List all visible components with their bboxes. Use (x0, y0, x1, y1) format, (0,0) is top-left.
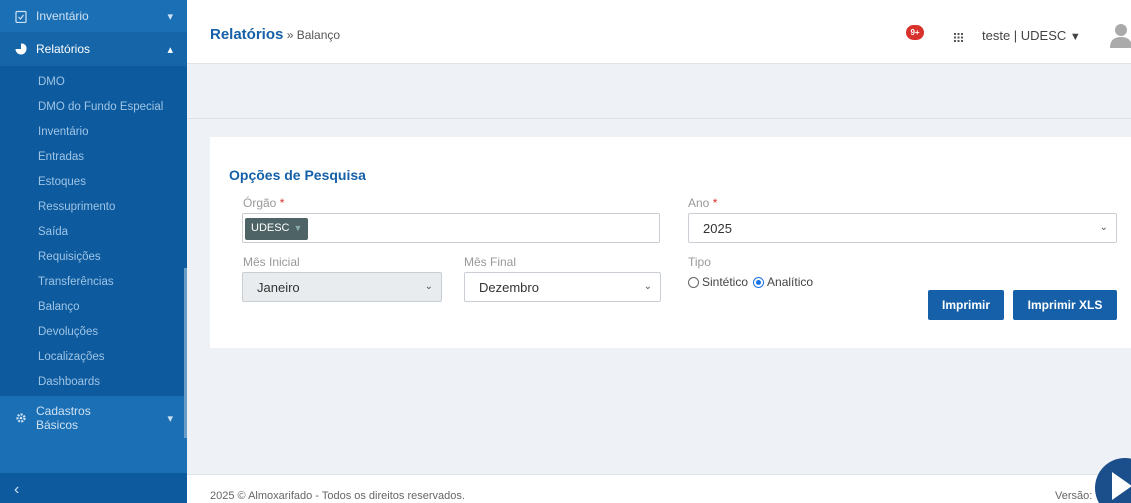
tag-dropdown-icon[interactable]: ▼ (294, 223, 303, 233)
sidebar-item-localizacoes[interactable]: Localizações (0, 345, 187, 370)
copyright-text: 2025 © Almoxarifado - Todos os direitos … (210, 490, 465, 502)
orgao-label: Órgão * (243, 196, 284, 210)
tipo-radio-group: Sintético Analítico (688, 275, 813, 289)
ano-select[interactable]: 2025 ⌄ (688, 213, 1117, 243)
user-menu[interactable]: teste | UDESC ▼ (982, 28, 1081, 43)
cadastros-line1: Cadastros (36, 404, 91, 418)
sidebar-group-cadastros[interactable]: Cadastros Básicos ▾ (0, 396, 187, 440)
sidebar-item-transferencias[interactable]: Transferências (0, 270, 187, 295)
orgao-field[interactable]: UDESC ▼ (242, 213, 660, 243)
chevron-down-icon: ▾ (167, 412, 173, 425)
mes-final-value: Dezembro (479, 280, 539, 295)
clipboard-icon (14, 10, 28, 23)
sidebar-group-relatorios[interactable]: Relatórios ▴ (0, 32, 187, 66)
cadastros-line2: Básicos (36, 418, 79, 432)
page-title[interactable]: Relatórios (210, 26, 283, 43)
chevron-up-icon: ▴ (167, 43, 173, 56)
apps-grid-icon[interactable] (954, 33, 963, 45)
mes-inicial-select: Janeiro ⌄ (242, 272, 442, 302)
orgao-tag[interactable]: UDESC ▼ (245, 218, 309, 240)
play-icon (1112, 472, 1131, 500)
sidebar-group-inventario[interactable]: Inventário ▾ (0, 0, 187, 32)
ano-value: 2025 (703, 221, 732, 236)
breadcrumb-current: Balanço (296, 28, 341, 42)
gear-icon (14, 412, 28, 424)
radio-sintetico-label[interactable]: Sintético (702, 275, 748, 289)
sidebar-item-estoques[interactable]: Estoques (0, 170, 187, 195)
top-header: Relatórios » Balanço 9+ teste | UDESC ▼ (187, 0, 1131, 64)
mes-final-select[interactable]: Dezembro ⌄ (464, 272, 661, 302)
imprimir-button[interactable]: Imprimir (928, 290, 1004, 320)
sidebar-group-label: Inventário (36, 9, 89, 23)
orgao-label-text: Órgão (243, 196, 277, 210)
chevron-down-icon: ⌄ (643, 281, 652, 292)
version-text: Versão: (1055, 490, 1093, 502)
orgao-tag-label: UDESC (251, 222, 290, 234)
notification-badge[interactable]: 9+ (906, 25, 924, 40)
sidebar-submenu: DMO DMO do Fundo Especial Inventário Ent… (0, 66, 187, 396)
caret-down-icon: ▼ (1069, 31, 1081, 43)
sidebar-item-saida[interactable]: Saída (0, 220, 187, 245)
sidebar-item-entradas[interactable]: Entradas (0, 145, 187, 170)
sidebar-scrollbar[interactable] (184, 268, 187, 438)
sidebar-item-dmo[interactable]: DMO (0, 70, 187, 95)
ano-label: Ano * (688, 196, 717, 210)
mes-inicial-value: Janeiro (257, 280, 300, 295)
required-mark: * (712, 196, 718, 210)
sidebar-item-inventario[interactable]: Inventário (0, 120, 187, 145)
ano-label-text: Ano (688, 196, 710, 210)
user-name: teste | UDESC (982, 28, 1067, 43)
radio-analitico-label[interactable]: Analítico (767, 275, 813, 289)
mes-final-label: Mês Final (464, 255, 517, 269)
sidebar-group-label: Cadastros Básicos (36, 404, 91, 432)
chevron-left-icon: ‹ (14, 481, 20, 498)
radio-sintetico[interactable] (688, 276, 699, 288)
sidebar-collapse-button[interactable]: ‹ (0, 473, 187, 503)
sidebar: Inventário ▾ Relatórios ▴ DMO DMO do Fun… (0, 0, 187, 503)
required-mark: * (279, 196, 285, 210)
footer: 2025 © Almoxarifado - Todos os direitos … (187, 474, 1131, 503)
sidebar-item-requisicoes[interactable]: Requisições (0, 245, 187, 270)
breadcrumb-separator: » (283, 28, 297, 42)
chevron-down-icon: ▾ (167, 10, 173, 23)
radio-analitico[interactable] (753, 276, 765, 288)
sidebar-item-ressuprimento[interactable]: Ressuprimento (0, 195, 187, 220)
sidebar-item-dmo-fundo-especial[interactable]: DMO do Fundo Especial (0, 95, 187, 120)
panel-title: Opções de Pesquisa (229, 167, 366, 183)
chevron-down-icon: ⌄ (1099, 222, 1108, 233)
tipo-label: Tipo (688, 255, 711, 269)
pie-chart-icon (14, 43, 28, 55)
chevron-down-icon: ⌄ (424, 281, 433, 292)
sidebar-item-dashboards[interactable]: Dashboards (0, 370, 187, 395)
search-options-panel: Opções de Pesquisa Órgão * UDESC ▼ Ano * … (210, 137, 1131, 348)
sidebar-item-balanco[interactable]: Balanço (0, 295, 187, 320)
sidebar-group-label: Relatórios (36, 42, 91, 56)
breadcrumb: Relatórios » Balanço (210, 26, 340, 43)
sidebar-item-devolucoes[interactable]: Devoluções (0, 320, 187, 345)
toolbar-strip (187, 64, 1131, 119)
avatar[interactable] (1109, 22, 1131, 48)
mes-inicial-label: Mês Inicial (243, 255, 300, 269)
imprimir-xls-button[interactable]: Imprimir XLS (1013, 290, 1117, 320)
